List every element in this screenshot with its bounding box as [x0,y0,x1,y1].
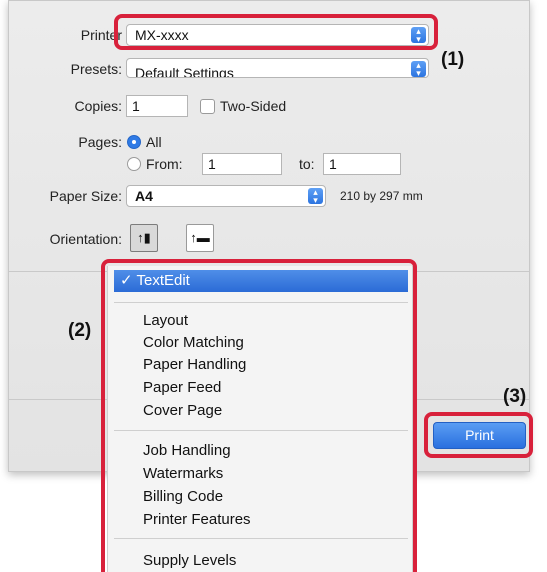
callout-box-2 [101,259,417,572]
paper-size-label: Paper Size: [49,188,122,204]
landscape-icon: ↑▬ [190,230,210,245]
copies-field[interactable]: 1 [126,95,188,117]
pages-all-radio[interactable] [127,135,141,149]
callout-label-2: (2) [68,320,92,341]
two-sided-checkbox[interactable] [200,99,215,114]
callout-box-3 [424,412,533,458]
pages-from-label: From: [146,156,183,172]
paper-size-popup[interactable]: A4 ▴ ▾ [126,185,326,207]
popup-arrows-icon: ▴ ▾ [411,61,426,77]
two-sided-label: Two-Sided [220,98,287,114]
orientation-label: Orientation: [49,231,122,247]
callout-label-1: (1) [441,49,465,70]
presets-popup[interactable]: Default Settings ▴ ▾ [126,58,429,78]
callout-label-3: (3) [503,386,527,407]
pages-from-field[interactable]: 1 [202,153,282,175]
portrait-icon: ↑▮ [137,230,151,245]
pages-label: Pages: [78,134,122,150]
presets-value: Default Settings [135,65,234,78]
callout-box-1 [114,14,438,50]
landscape-orientation-button[interactable]: ↑▬ [186,224,214,252]
copies-label: Copies: [74,98,122,114]
pages-to-label: to: [299,156,315,172]
paper-size-value: A4 [135,188,153,204]
pages-to-field[interactable]: 1 [323,153,401,175]
portrait-orientation-button[interactable]: ↑▮ [130,224,158,252]
presets-label: Presets: [70,61,122,77]
printer-label: Printer [80,27,122,43]
popup-arrows-icon: ▴ ▾ [308,188,323,205]
pages-from-radio[interactable] [127,157,141,171]
paper-dimensions: 210 by 297 mm [340,189,423,203]
pages-all-label: All [146,134,162,150]
